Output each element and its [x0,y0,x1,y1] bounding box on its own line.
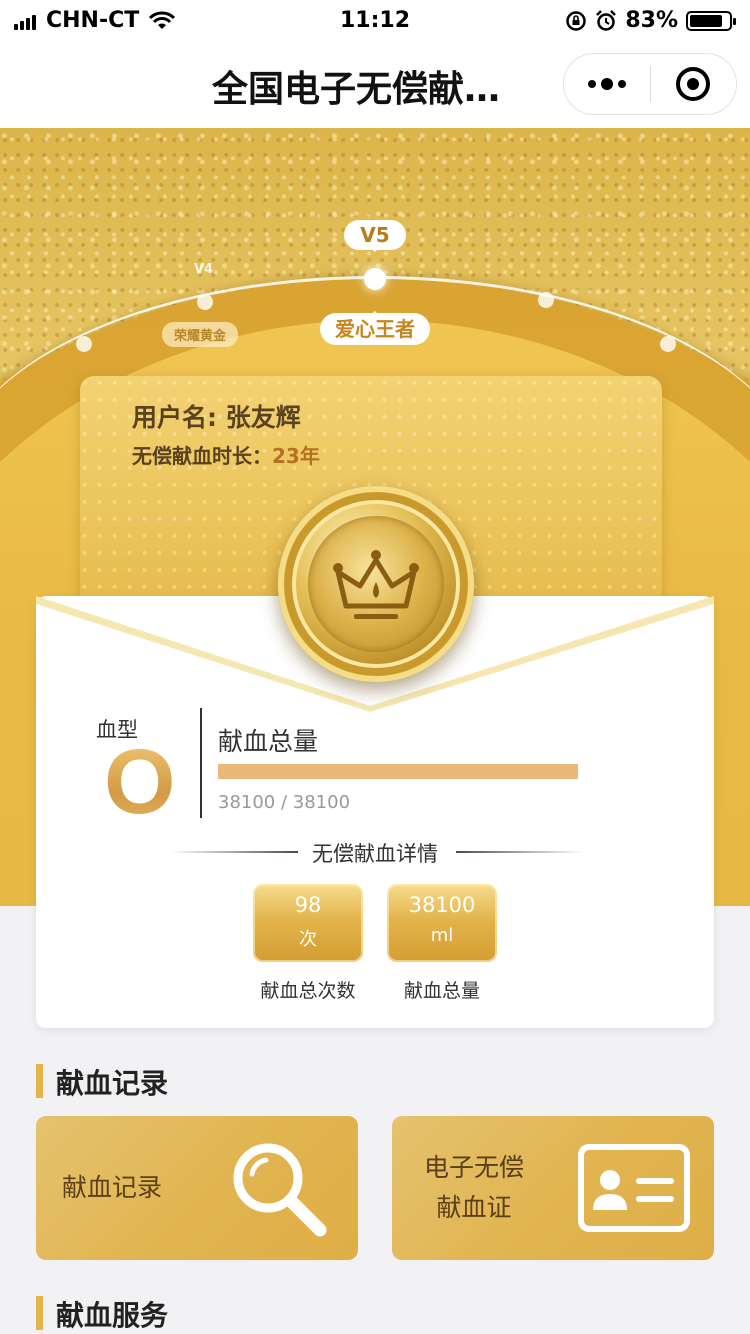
records-section-title: 献血记录 [36,1062,168,1102]
level-dot-v4[interactable] [197,294,213,310]
magnifier-icon [233,1143,327,1237]
records-tile-label: 献血记录 [62,1173,163,1202]
level-dot [660,336,676,352]
vertical-divider [200,708,202,818]
mini-program-capsule [563,53,737,115]
status-bar: CHN-CT 11:12 83% [0,0,750,40]
level-v4-name: 荣耀黄金 [162,322,239,347]
volume-progress-bar [218,764,578,779]
donation-records-tile[interactable]: 献血记录 [36,1116,358,1260]
level-dot-v5[interactable] [364,268,386,290]
id-card-icon [578,1144,690,1232]
current-level-name: 爱心王者 [320,311,430,345]
stat-volume-caption: 献血总量 [403,980,480,1002]
page-title: 全国电子无偿献… [212,69,501,110]
stat-count-value: 98 [294,893,322,917]
duration-label: 无偿献血时长： [132,444,272,468]
certificate-tile-label-line2: 献血证 [436,1193,512,1222]
stat-volume-value: 38100 [408,893,476,917]
volume-progress-text: 38100 / 38100 [218,792,351,813]
current-level-bubble: V5 [344,220,406,252]
alarm-icon [596,9,617,31]
crown-icon [333,550,419,619]
stat-donation-count: 98 次 [253,884,363,962]
volume-progress-fill [218,764,578,779]
level-dot [538,292,554,308]
details-title: 无偿献血详情 [312,842,438,866]
blood-type-value: O [104,731,176,833]
donation-certificate-tile[interactable]: 电子无偿 献血证 [392,1116,714,1260]
stat-volume-unit: ml [430,925,454,946]
duration-value: 23年 [272,444,320,468]
stat-donation-volume: 38100 ml [387,884,497,962]
battery-level [690,14,722,27]
orientation-lock-icon [566,10,587,31]
status-right: 83% [565,8,736,33]
detail-title-line-right [456,851,584,853]
nav-bar: 全国电子无偿献… [0,40,750,128]
level-medal [278,486,474,682]
user-name: 用户名: 张友辉 [132,403,301,432]
battery-percent: 83% [625,8,678,33]
stat-count-unit: 次 [299,929,317,950]
certificate-tile-label-line1: 电子无偿 [423,1153,524,1182]
donation-duration: 无偿献血时长：23年 [132,440,320,469]
battery-icon [686,10,736,31]
services-section-title: 献血服务 [36,1294,168,1334]
level-v4-label: V4 [194,262,214,277]
mini-program-close-icon[interactable] [651,54,737,114]
total-volume-label: 献血总量 [218,727,319,756]
level-dot [76,336,92,352]
more-dots-icon[interactable] [564,54,650,114]
